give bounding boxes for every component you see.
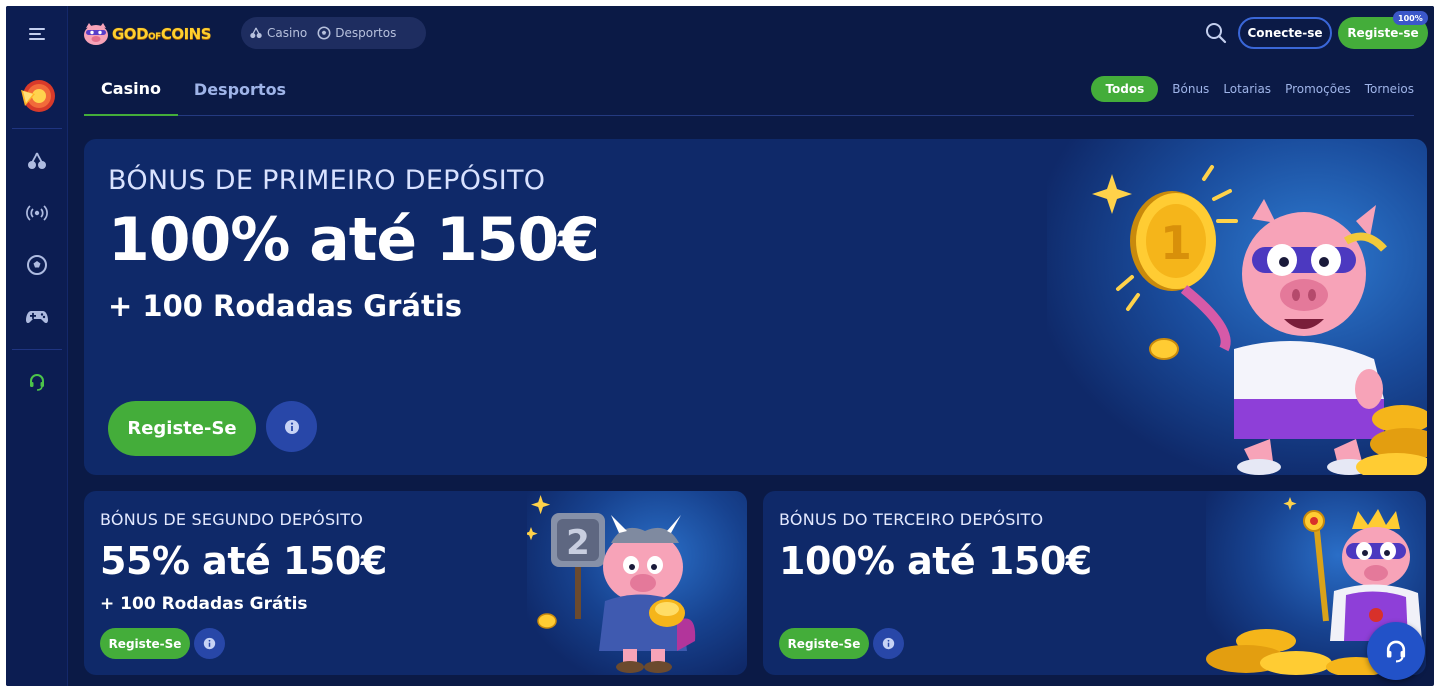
first-deposit-banner: 1 BÓNUS DE PRIMEIRO DEPÓSITO 100% até 15… bbox=[84, 139, 1427, 475]
banner-title: 100% até 150€ bbox=[108, 205, 600, 275]
menu-button[interactable] bbox=[6, 6, 68, 62]
section-tabs: Casino Desportos Todos Bónus Lotarias Pr… bbox=[84, 62, 1414, 116]
info-icon bbox=[203, 637, 216, 650]
sidebar-item-promotions[interactable] bbox=[6, 72, 68, 120]
live-broadcast-icon bbox=[26, 205, 48, 221]
filter-lotarias[interactable]: Lotarias bbox=[1223, 76, 1271, 102]
second-deposit-card: 2 BÓNUS DE SEGUNDO DEPÓSITO 55% até 150€… bbox=[84, 491, 747, 675]
svg-text:1: 1 bbox=[1160, 216, 1192, 270]
switch-sports[interactable]: Desportos bbox=[317, 26, 396, 40]
sidebar-item-games[interactable] bbox=[6, 297, 68, 337]
filter-promocoes[interactable]: Promoções bbox=[1285, 76, 1351, 102]
sidebar-item-support[interactable] bbox=[6, 362, 68, 402]
sidebar-item-casino[interactable] bbox=[6, 141, 68, 181]
card-subtitle: BÓNUS DO TERCEIRO DEPÓSITO bbox=[779, 510, 1044, 529]
sidebar-item-sports[interactable] bbox=[6, 245, 68, 285]
card-info-button[interactable] bbox=[873, 628, 904, 659]
banner-subtitle: BÓNUS DE PRIMEIRO DEPÓSITO bbox=[108, 165, 546, 196]
sidebar bbox=[6, 6, 68, 686]
promo-wheel-icon bbox=[21, 80, 55, 112]
headset-icon bbox=[1386, 640, 1406, 663]
top-header: GODOFCOINS Casino Desportos Conecte-se R… bbox=[68, 6, 1434, 62]
switch-sports-label: Desportos bbox=[335, 26, 397, 40]
football-icon bbox=[27, 255, 47, 275]
pig-coin-illustration: 1 bbox=[1092, 165, 1427, 475]
pig-logo-icon bbox=[84, 23, 108, 45]
card-title: 55% até 150€ bbox=[100, 539, 387, 583]
banner-register-button[interactable]: Registe-Se bbox=[108, 401, 256, 456]
brand-logo[interactable]: GODOFCOINS bbox=[82, 19, 212, 49]
app-frame: GODOFCOINS Casino Desportos Conecte-se R… bbox=[6, 6, 1434, 686]
football-icon bbox=[317, 26, 331, 40]
sidebar-divider bbox=[12, 128, 62, 129]
card-free-spins: + 100 Rodadas Grátis bbox=[100, 594, 308, 614]
support-chat-button[interactable] bbox=[1367, 622, 1425, 680]
sidebar-item-live[interactable] bbox=[6, 193, 68, 233]
gamepad-icon bbox=[26, 311, 48, 324]
filter-todos[interactable]: Todos bbox=[1091, 76, 1159, 102]
pig-viking-illustration: 2 bbox=[527, 495, 696, 673]
tab-casino[interactable]: Casino bbox=[84, 62, 178, 116]
tab-sports[interactable]: Desportos bbox=[184, 62, 296, 116]
register-bonus-badge: 100% bbox=[1393, 11, 1428, 25]
banner-info-button[interactable] bbox=[266, 401, 317, 452]
search-button[interactable] bbox=[1204, 21, 1228, 45]
filter-torneios[interactable]: Torneios bbox=[1365, 76, 1414, 102]
card-info-button[interactable] bbox=[194, 628, 225, 659]
promo-filters: Todos Bónus Lotarias Promoções Torneios bbox=[1091, 76, 1414, 102]
headset-icon bbox=[30, 374, 44, 391]
filter-bonus[interactable]: Bónus bbox=[1172, 76, 1209, 102]
card-register-button[interactable]: Registe-Se bbox=[100, 628, 190, 659]
info-icon bbox=[284, 419, 299, 434]
search-icon bbox=[1206, 23, 1227, 44]
switch-casino[interactable]: Casino bbox=[249, 26, 307, 40]
product-switch: Casino Desportos bbox=[241, 17, 426, 49]
login-button[interactable]: Conecte-se bbox=[1238, 17, 1332, 49]
svg-text:2: 2 bbox=[566, 523, 590, 563]
cherry-icon bbox=[250, 27, 262, 39]
card-register-button[interactable]: Registe-Se bbox=[779, 628, 869, 659]
third-deposit-card: BÓNUS DO TERCEIRO DEPÓSITO 100% até 150€… bbox=[763, 491, 1426, 675]
card-subtitle: BÓNUS DE SEGUNDO DEPÓSITO bbox=[100, 510, 363, 529]
switch-casino-label: Casino bbox=[267, 26, 308, 40]
sidebar-divider bbox=[12, 349, 62, 350]
cherry-icon bbox=[28, 152, 46, 169]
logo-text: GODOFCOINS bbox=[112, 25, 212, 43]
menu-icon bbox=[29, 28, 45, 40]
info-icon bbox=[882, 637, 895, 650]
banner-free-spins: + 100 Rodadas Grátis bbox=[108, 289, 463, 323]
card-title: 100% até 150€ bbox=[779, 539, 1092, 583]
